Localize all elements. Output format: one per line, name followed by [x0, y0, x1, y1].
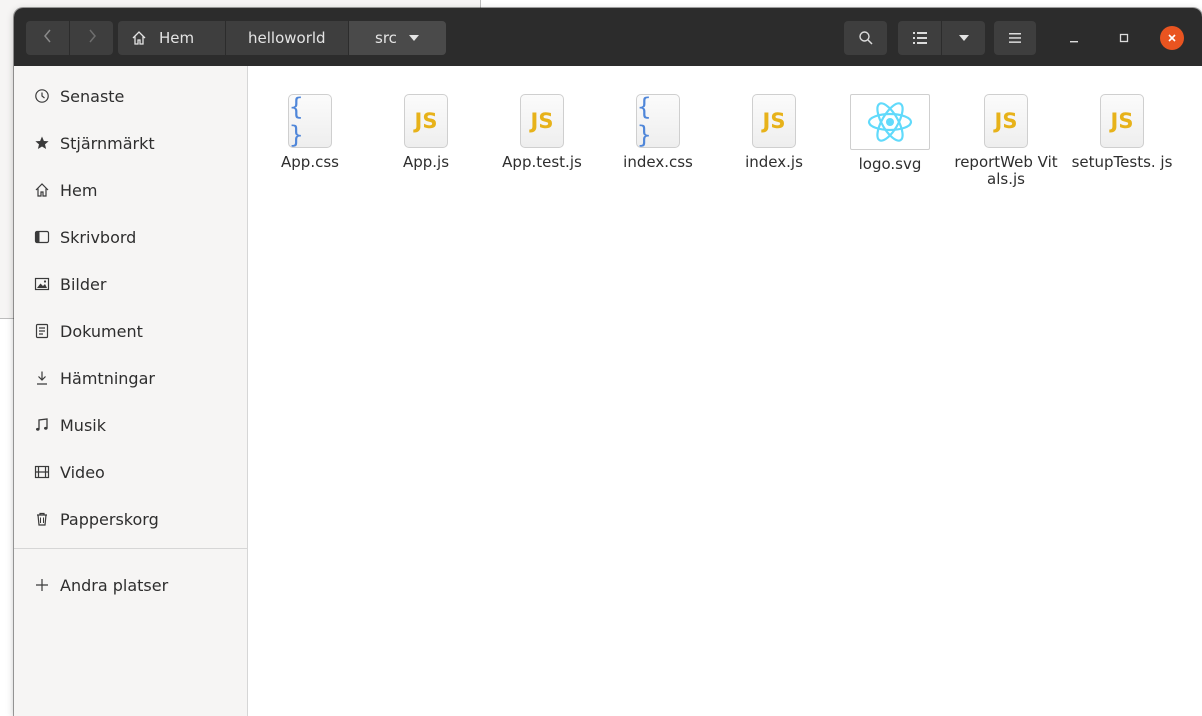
view-dropdown-button[interactable] [942, 21, 985, 55]
sidebar-item-label: Bilder [60, 274, 107, 294]
list-view-button[interactable] [898, 21, 941, 55]
sidebar-item-andra-platser[interactable]: Andra platser [14, 563, 247, 607]
search-icon [858, 30, 874, 46]
file-item-index-css[interactable]: { } index.css [602, 93, 714, 171]
main-menu-button[interactable] [994, 21, 1036, 55]
sidebar-item-label: Video [60, 462, 105, 482]
breadcrumb: Hem helloworld src [118, 21, 446, 55]
file-name: reportWeb Vitals.js [954, 153, 1058, 188]
file-grid: { } App.css JS App.js JS App.test.js { }… [248, 66, 1202, 716]
minimize-button[interactable] [1061, 25, 1087, 51]
sidebar-item-label: Hem [60, 180, 98, 200]
home-icon [131, 30, 147, 46]
forward-button[interactable] [70, 21, 113, 55]
back-button[interactable] [26, 21, 69, 55]
chevron-left-icon [43, 29, 53, 47]
sidebar-item-hamtningar[interactable]: Hämtningar [14, 356, 247, 400]
sidebar-item-bilder[interactable]: Bilder [14, 262, 247, 306]
minimize-icon [1069, 33, 1079, 43]
video-icon [14, 464, 54, 480]
sidebar-item-label: Papperskorg [60, 509, 159, 529]
breadcrumb-home-label: Hem [159, 29, 195, 47]
music-icon [14, 417, 54, 433]
js-file-icon: JS [1100, 94, 1144, 148]
js-file-icon: JS [984, 94, 1028, 148]
sidebar-item-label: Andra platser [60, 575, 169, 595]
file-item-setuptests-js[interactable]: JS setupTests. js [1066, 94, 1178, 171]
js-file-icon: JS [520, 94, 564, 148]
trash-icon [14, 511, 54, 527]
sidebar: Senaste Stjärnmärkt Hem Skrivbord Bilder… [14, 66, 248, 716]
sidebar-item-papperskorg[interactable]: Papperskorg [14, 497, 247, 541]
file-item-index-js[interactable]: JS index.js [718, 94, 830, 171]
sidebar-item-video[interactable]: Video [14, 450, 247, 494]
file-name: App.css [281, 153, 339, 171]
file-item-app-css[interactable]: { } App.css [254, 93, 366, 171]
file-item-logo-svg[interactable]: logo.svg [834, 94, 946, 173]
file-name: App.test.js [502, 153, 582, 171]
view-options [898, 21, 985, 55]
css-file-icon: { } [636, 93, 680, 149]
hamburger-menu-icon [1008, 32, 1022, 44]
clock-icon [14, 88, 54, 104]
breadcrumb-helloworld[interactable]: helloworld [226, 21, 348, 55]
sidebar-item-label: Musik [60, 415, 106, 435]
caret-down-icon [408, 35, 419, 41]
breadcrumb-helloworld-label: helloworld [248, 29, 326, 47]
maximize-button[interactable] [1111, 25, 1137, 51]
plus-icon [14, 577, 54, 593]
js-file-icon: JS [752, 94, 796, 148]
search-button[interactable] [844, 21, 887, 55]
caret-down-icon [958, 35, 969, 41]
js-file-icon: JS [404, 94, 448, 148]
file-name: logo.svg [858, 155, 922, 173]
navigation-buttons [26, 21, 113, 55]
file-name: setupTests. js [1071, 153, 1173, 171]
sidebar-item-musik[interactable]: Musik [14, 403, 247, 447]
breadcrumb-src[interactable]: src [349, 21, 446, 55]
file-name: index.css [623, 153, 693, 171]
file-item-reportwebvitals-js[interactable]: JS reportWeb Vitals.js [950, 94, 1062, 188]
image-icon [14, 276, 54, 292]
sidebar-item-dokument[interactable]: Dokument [14, 309, 247, 353]
home-icon [14, 182, 54, 198]
sidebar-item-stjarnmarkt[interactable]: Stjärnmärkt [14, 121, 247, 165]
download-icon [14, 370, 54, 386]
sidebar-item-label: Skrivbord [60, 227, 137, 247]
file-manager-window: Hem helloworld src Senaste Stjärnmärkt H… [14, 8, 1202, 716]
breadcrumb-home[interactable]: Hem [118, 21, 225, 55]
sidebar-item-hem[interactable]: Hem [14, 168, 247, 212]
sidebar-item-label: Dokument [60, 321, 143, 341]
chevron-right-icon [87, 29, 97, 47]
list-view-icon [912, 32, 927, 44]
document-icon [14, 323, 54, 339]
star-icon [14, 135, 54, 151]
sidebar-divider [14, 548, 247, 549]
file-item-app-js[interactable]: JS App.js [370, 94, 482, 171]
css-file-icon: { } [288, 93, 332, 149]
sidebar-item-senaste[interactable]: Senaste [14, 74, 247, 118]
react-logo-icon [850, 94, 930, 150]
sidebar-item-label: Senaste [60, 86, 125, 106]
file-name: App.js [402, 153, 450, 171]
file-name: index.js [745, 153, 803, 171]
file-item-app-test-js[interactable]: JS App.test.js [486, 94, 598, 171]
maximize-icon [1119, 33, 1129, 43]
header-bar: Hem helloworld src [14, 8, 1202, 66]
desktop-icon [14, 229, 54, 245]
sidebar-item-label: Stjärnmärkt [60, 133, 155, 153]
breadcrumb-src-label: src [375, 29, 397, 47]
close-icon [1167, 33, 1177, 43]
sidebar-item-label: Hämtningar [60, 368, 155, 388]
sidebar-item-skrivbord[interactable]: Skrivbord [14, 215, 247, 259]
close-button[interactable] [1160, 26, 1184, 50]
